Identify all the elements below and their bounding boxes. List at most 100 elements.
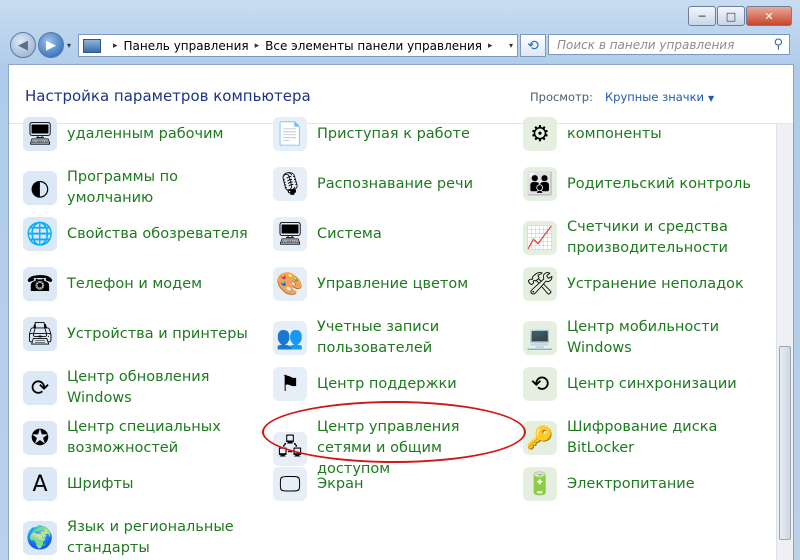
item-label[interactable]: Устройства и принтеры xyxy=(67,324,257,345)
control-panel-item[interactable]: ⟲ Центр синхронизации xyxy=(523,367,757,401)
control-panel-item[interactable]: 🖥 Система xyxy=(273,217,507,251)
item-label[interactable]: Управление цветом xyxy=(317,274,507,295)
item-label[interactable]: компоненты xyxy=(567,124,757,145)
control-panel-item[interactable]: 🔋 Электропитание xyxy=(523,467,757,501)
remote-desktop-icon[interactable]: 🖥 xyxy=(23,117,57,151)
windows-update-icon[interactable]: ⟳ xyxy=(23,371,57,405)
item-label[interactable]: Распознавание речи xyxy=(317,174,507,195)
back-button[interactable]: ◀ xyxy=(10,32,36,58)
chevron-down-icon[interactable]: ▼ xyxy=(708,94,714,103)
control-panel-item[interactable]: 👪 Родительский контроль xyxy=(523,167,757,201)
control-panel-item[interactable]: 🖨 Устройства и принтеры xyxy=(23,317,257,351)
color-management-icon[interactable]: 🎨 xyxy=(273,267,307,301)
content-pane: Настройка параметров компьютера Просмотр… xyxy=(8,64,794,560)
forward-button[interactable]: ▶ xyxy=(38,32,64,58)
item-label[interactable]: Центр мобильности Windows xyxy=(567,317,757,359)
control-panel-item[interactable]: 🖵 Экран xyxy=(273,467,507,501)
item-label[interactable]: Шрифты xyxy=(67,474,257,495)
breadcrumb-all-items[interactable]: Все элементы панели управления xyxy=(265,39,482,53)
item-label[interactable]: Приступая к работе xyxy=(317,124,507,145)
item-label[interactable]: Телефон и модем xyxy=(67,274,257,295)
parental-controls-icon[interactable]: 👪 xyxy=(523,167,557,201)
item-label[interactable]: Программы по умолчанию xyxy=(67,167,257,209)
item-label[interactable]: Система xyxy=(317,224,507,245)
control-panel-item[interactable]: ⚙ компоненты xyxy=(523,117,757,151)
address-dropdown[interactable]: ▾ xyxy=(509,41,513,50)
region-language-icon[interactable]: 🌍 xyxy=(23,521,57,555)
navigation-buttons: ◀ ▶ ▾ xyxy=(10,32,71,58)
control-panel-item[interactable]: 👥 Учетные записи пользователей xyxy=(273,317,507,359)
item-label[interactable]: Родительский контроль xyxy=(567,174,757,195)
getting-started-icon[interactable]: 📄 xyxy=(273,117,307,151)
address-bar[interactable]: ▸ Панель управления ▸ Все элементы панел… xyxy=(78,34,518,57)
control-panel-item[interactable]: 📈 Счетчики и средства производительности xyxy=(523,217,757,259)
item-label[interactable]: Свойства обозревателя xyxy=(67,224,257,245)
breadcrumb-arrow[interactable]: ▸ xyxy=(255,41,260,51)
fonts-icon[interactable]: A xyxy=(23,467,57,501)
item-label[interactable]: Язык и региональные стандарты xyxy=(67,517,257,559)
control-panel-item[interactable]: ☎ Телефон и модем xyxy=(23,267,257,301)
red-annotation-circle xyxy=(262,401,526,463)
control-panel-item[interactable]: 🛠 Устранение неполадок xyxy=(523,267,757,301)
item-label[interactable]: Электропитание xyxy=(567,474,757,495)
control-panel-item[interactable]: ⟳ Центр обновления Windows xyxy=(23,367,257,409)
breadcrumb-arrow[interactable]: ▸ xyxy=(113,41,118,51)
programs-components-icon[interactable]: ⚙ xyxy=(523,117,557,151)
breadcrumb-arrow[interactable]: ▸ xyxy=(488,41,493,51)
mobility-center-icon[interactable]: 💻 xyxy=(523,321,557,355)
bitlocker-icon[interactable]: 🔑 xyxy=(523,421,557,455)
minimize-button[interactable]: ─ xyxy=(688,6,716,26)
devices-printers-icon[interactable]: 🖨 xyxy=(23,317,57,351)
search-placeholder: Поиск в панели управления xyxy=(557,37,735,52)
item-label[interactable]: Шифрование диска BitLocker xyxy=(567,417,757,459)
control-panel-item[interactable]: ◐ Программы по умолчанию xyxy=(23,167,257,209)
item-label[interactable]: Учетные записи пользователей xyxy=(317,317,507,359)
item-label[interactable]: Счетчики и средства производительности xyxy=(567,217,757,259)
breadcrumb-control-panel[interactable]: Панель управления xyxy=(124,39,249,53)
phone-modem-icon[interactable]: ☎ xyxy=(23,267,57,301)
ease-of-access-icon[interactable]: ✪ xyxy=(23,421,57,455)
control-panel-item[interactable]: 🌍 Язык и региональные стандарты xyxy=(23,517,257,559)
control-panel-item[interactable]: 📄 Приступая к работе xyxy=(273,117,507,151)
action-center-icon[interactable]: ⚑ xyxy=(273,367,307,401)
scrollbar-thumb[interactable] xyxy=(779,346,791,540)
view-by-dropdown[interactable]: Крупные значки ▼ xyxy=(605,90,714,104)
control-panel-item[interactable]: 🎨 Управление цветом xyxy=(273,267,507,301)
recent-pages-dropdown[interactable]: ▾ xyxy=(67,41,71,50)
item-label[interactable]: Центр обновления Windows xyxy=(67,367,257,409)
item-label[interactable]: Центр синхронизации xyxy=(567,374,757,395)
search-input[interactable]: Поиск в панели управления ⚲ xyxy=(548,34,790,55)
item-label[interactable]: Устранение неполадок xyxy=(567,274,757,295)
control-panel-item[interactable]: 💻 Центр мобильности Windows xyxy=(523,317,757,359)
refresh-button[interactable]: ⟲ xyxy=(520,34,546,57)
page-title: Настройка параметров компьютера xyxy=(25,87,311,105)
power-options-icon[interactable]: 🔋 xyxy=(523,467,557,501)
control-panel-item[interactable]: 🔑 Шифрование диска BitLocker xyxy=(523,417,757,459)
maximize-button[interactable]: □ xyxy=(717,6,745,26)
default-programs-icon[interactable]: ◐ xyxy=(23,171,57,205)
control-panel-item[interactable]: A Шрифты xyxy=(23,467,257,501)
search-icon[interactable]: ⚲ xyxy=(773,37,783,52)
system-icon[interactable]: 🖥 xyxy=(273,217,307,251)
user-accounts-icon[interactable]: 👥 xyxy=(273,321,307,355)
item-label[interactable]: Экран xyxy=(317,474,507,495)
control-panel-item[interactable]: 🖥 удаленным рабочим xyxy=(23,117,257,151)
control-panel-item[interactable]: ✪ Центр специальных возможностей xyxy=(23,417,257,459)
item-label[interactable]: Центр поддержки xyxy=(317,374,507,395)
troubleshooting-icon[interactable]: 🛠 xyxy=(523,267,557,301)
control-panel-item[interactable]: 🎙 Распознавание речи xyxy=(273,167,507,201)
internet-options-icon[interactable]: 🌐 xyxy=(23,217,57,251)
vertical-scrollbar[interactable] xyxy=(776,124,793,560)
sync-center-icon[interactable]: ⟲ xyxy=(523,367,557,401)
view-by-label: Просмотр: xyxy=(530,90,593,104)
speech-recognition-icon[interactable]: 🎙 xyxy=(273,167,307,201)
item-label[interactable]: Центр специальных возможностей xyxy=(67,417,257,459)
display-icon[interactable]: 🖵 xyxy=(273,467,307,501)
performance-icon[interactable]: 📈 xyxy=(523,221,557,255)
close-button[interactable]: ✕ xyxy=(746,6,792,26)
control-panel-item[interactable]: 🌐 Свойства обозревателя xyxy=(23,217,257,251)
control-panel-item[interactable]: ⚑ Центр поддержки xyxy=(273,367,507,401)
view-by-value[interactable]: Крупные значки xyxy=(605,90,704,104)
item-label[interactable]: удаленным рабочим xyxy=(67,124,257,145)
caption-buttons: ─ □ ✕ xyxy=(688,6,792,26)
